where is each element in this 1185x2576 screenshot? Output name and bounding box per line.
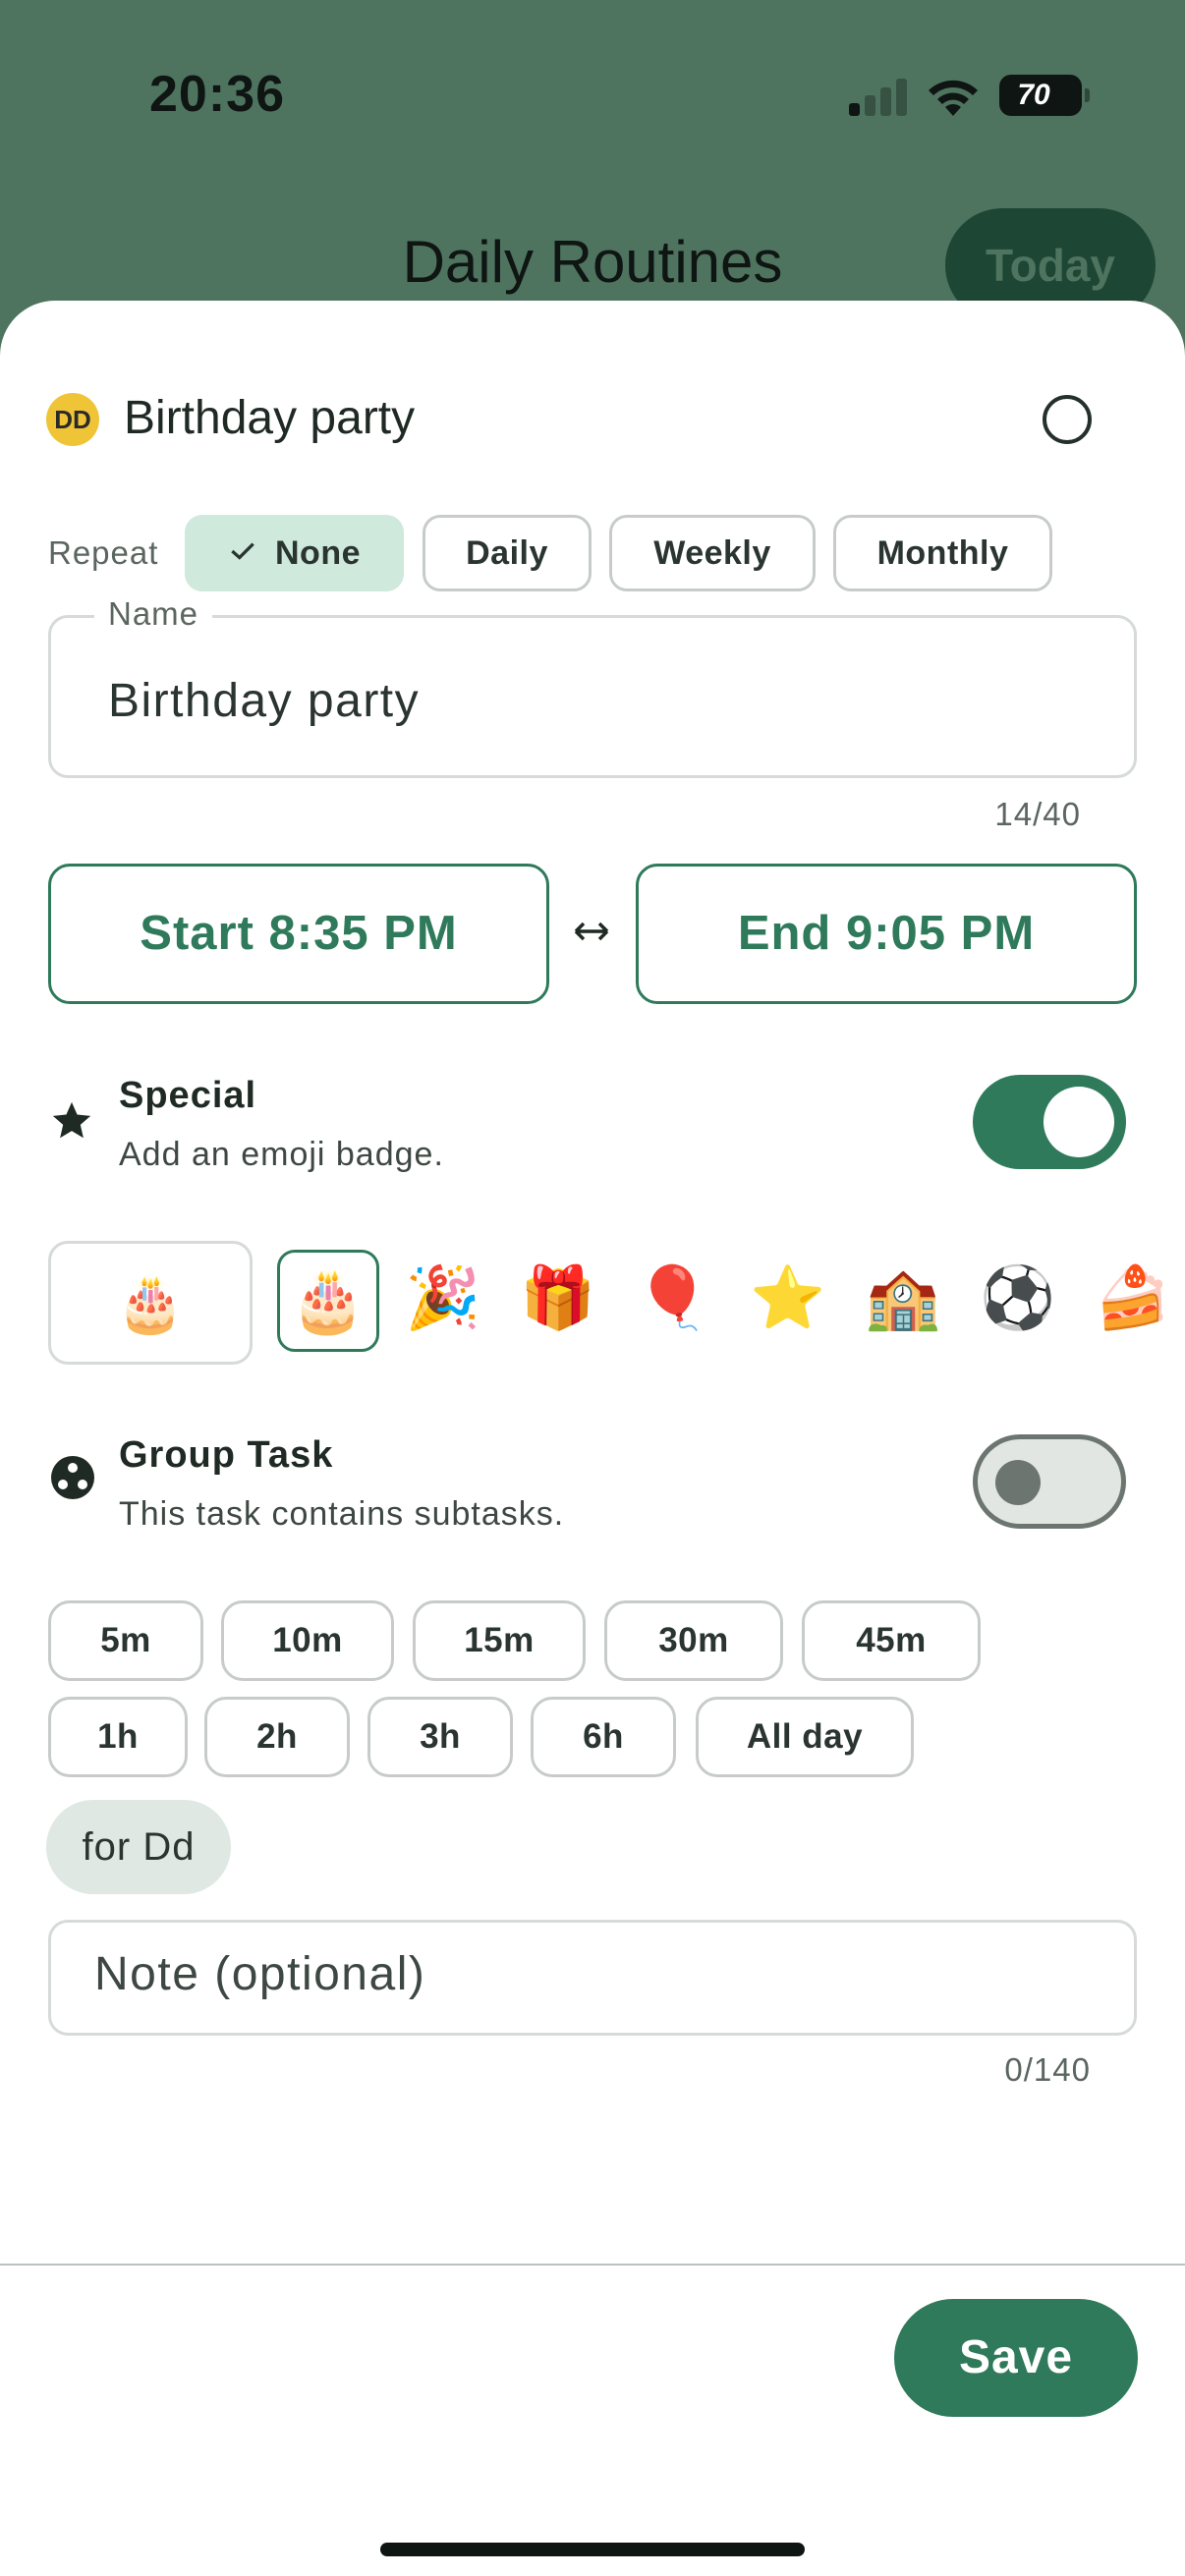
home-indicator [380,2543,805,2556]
special-toggle[interactable] [973,1075,1126,1169]
task-title: Birthday party [124,392,416,444]
special-title: Special [119,1075,257,1116]
avatar: DD [46,393,99,446]
emoji-picker-strip: 🎂 🎉 🎁 🎈 ⭐ 🏫 ⚽ 🍰 [277,1250,1185,1358]
emoji-option-shortcake[interactable]: 🍰 [1082,1250,1184,1352]
group-task-toggle[interactable] [973,1434,1126,1529]
battery-level: 70 [1017,79,1050,111]
battery-icon: 70 [999,75,1090,116]
emoji-option-balloon[interactable]: 🎈 [622,1250,724,1352]
emoji-option-party-popper[interactable]: 🎉 [392,1250,494,1352]
duration-3h[interactable]: 3h [367,1697,513,1777]
emoji-preview[interactable]: 🎂 [48,1241,253,1365]
duration-15m[interactable]: 15m [413,1600,586,1681]
duration-1h[interactable]: 1h [48,1697,188,1777]
emoji-option-cake[interactable]: 🎂 [277,1250,379,1352]
check-icon [231,542,254,560]
duration-2h[interactable]: 2h [204,1697,350,1777]
duration-6h[interactable]: 6h [531,1697,676,1777]
special-subtitle: Add an emoji badge. [119,1136,444,1173]
start-time-button[interactable]: Start 8:35 PM [48,864,549,1004]
name-char-counter: 14/40 [994,796,1081,832]
note-char-counter: 0/140 [1004,2051,1091,2088]
emoji-option-star[interactable]: ⭐ [737,1250,839,1352]
repeat-option-monthly[interactable]: Monthly [833,515,1052,591]
group-task-title: Group Task [119,1434,334,1476]
repeat-option-weekly[interactable]: Weekly [609,515,816,591]
repeat-option-none[interactable]: None [185,515,404,591]
star-icon [52,1101,91,1139]
note-placeholder[interactable]: Note (optional) [94,1947,425,2001]
end-time-button[interactable]: End 9:05 PM [636,864,1137,1004]
group-task-subtitle: This task contains subtasks. [119,1495,565,1533]
complete-toggle[interactable] [1043,395,1092,444]
emoji-option-gift[interactable]: 🎁 [507,1250,609,1352]
group-task-icon [51,1456,94,1499]
emoji-option-soccer-ball[interactable]: ⚽ [967,1250,1069,1352]
repeat-option-label: None [275,534,361,572]
swap-arrows-icon [574,922,609,941]
duration-10m[interactable]: 10m [221,1600,394,1681]
duration-5m[interactable]: 5m [48,1600,203,1681]
edit-task-sheet: DD Birthday party Repeat None Daily Week… [0,301,1185,2576]
repeat-label: Repeat [48,534,159,571]
duration-all-day[interactable]: All day [696,1697,914,1777]
duration-45m[interactable]: 45m [802,1600,981,1681]
repeat-option-daily[interactable]: Daily [423,515,592,591]
emoji-option-school[interactable]: 🏫 [852,1250,954,1352]
duration-30m[interactable]: 30m [604,1600,783,1681]
toggle-knob [995,1460,1041,1505]
toggle-knob [1044,1087,1114,1157]
status-bar: 20:36 70 [0,0,1185,187]
name-input-value[interactable]: Birthday party [108,674,420,728]
assignee-chip[interactable]: for Dd [46,1800,231,1894]
wifi-icon [929,80,978,116]
save-button[interactable]: Save [894,2299,1138,2417]
cellular-signal-icon [849,77,908,116]
status-time: 20:36 [149,66,285,123]
footer-divider [0,2264,1185,2266]
name-field-label: Name [94,595,213,633]
